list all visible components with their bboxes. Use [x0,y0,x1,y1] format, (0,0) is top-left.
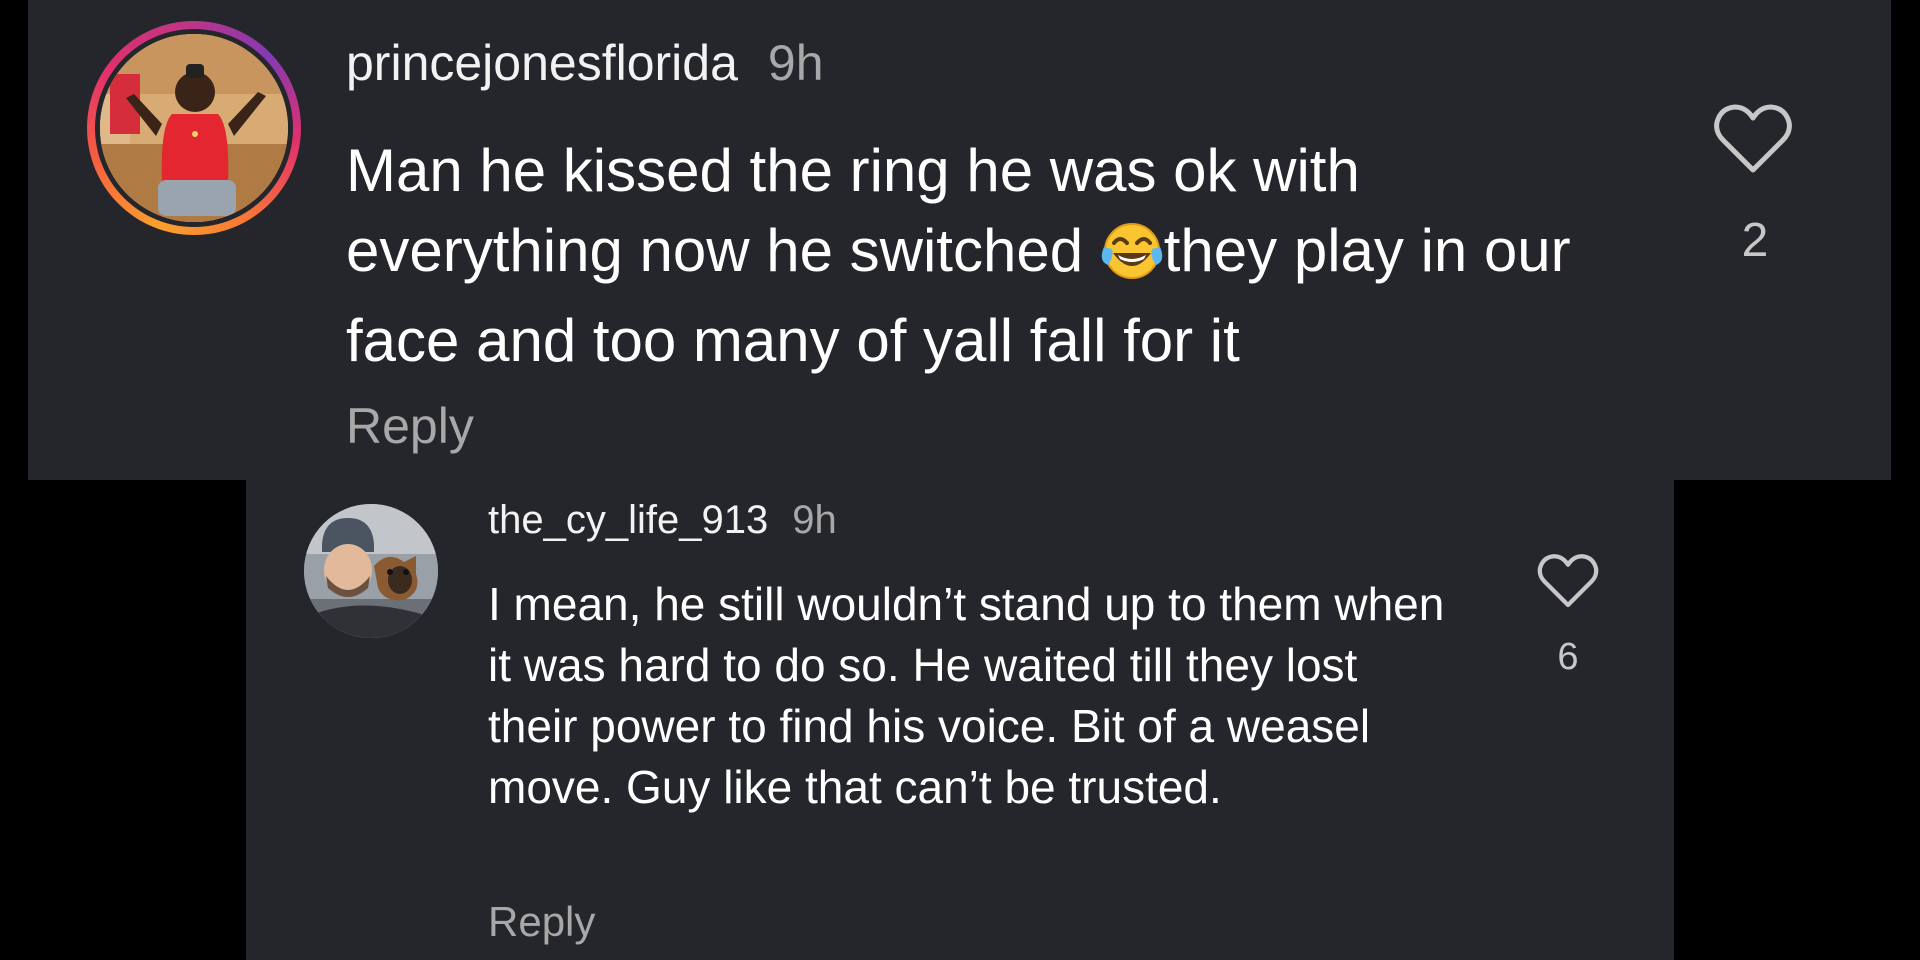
timestamp: 9h [792,498,837,542]
comment-text: I mean, he still wouldn’t stand up to th… [488,578,1445,813]
heart-outline-icon [1537,554,1599,608]
comment-header: the_cy_life_913 9h [488,498,837,543]
avatar-princejonesflorida[interactable] [100,34,288,222]
avatar-image [100,34,288,222]
like-button[interactable] [1713,102,1793,176]
like-count: 6 [1557,636,1579,678]
heart-outline-icon [1714,104,1792,173]
comment-thread: princejonesflorida 9h Man he kissed the r… [0,0,1920,960]
timestamp: 9h [767,35,824,91]
username[interactable]: the_cy_life_913 [488,498,768,542]
avatar-image [304,504,438,638]
comment-text: Man he kissed the ring he was ok with ev… [346,131,1626,381]
like-button[interactable] [1537,552,1599,610]
like-count: 2 [1741,214,1769,267]
username[interactable]: princejonesflorida [346,35,738,91]
avatar-the-cy-life-913[interactable] [304,504,438,638]
comment-header: princejonesflorida 9h [346,34,824,92]
reply-button[interactable]: Reply [346,397,474,455]
face-with-tears-of-joy-icon [1100,221,1164,301]
reply-button[interactable]: Reply [488,898,595,946]
